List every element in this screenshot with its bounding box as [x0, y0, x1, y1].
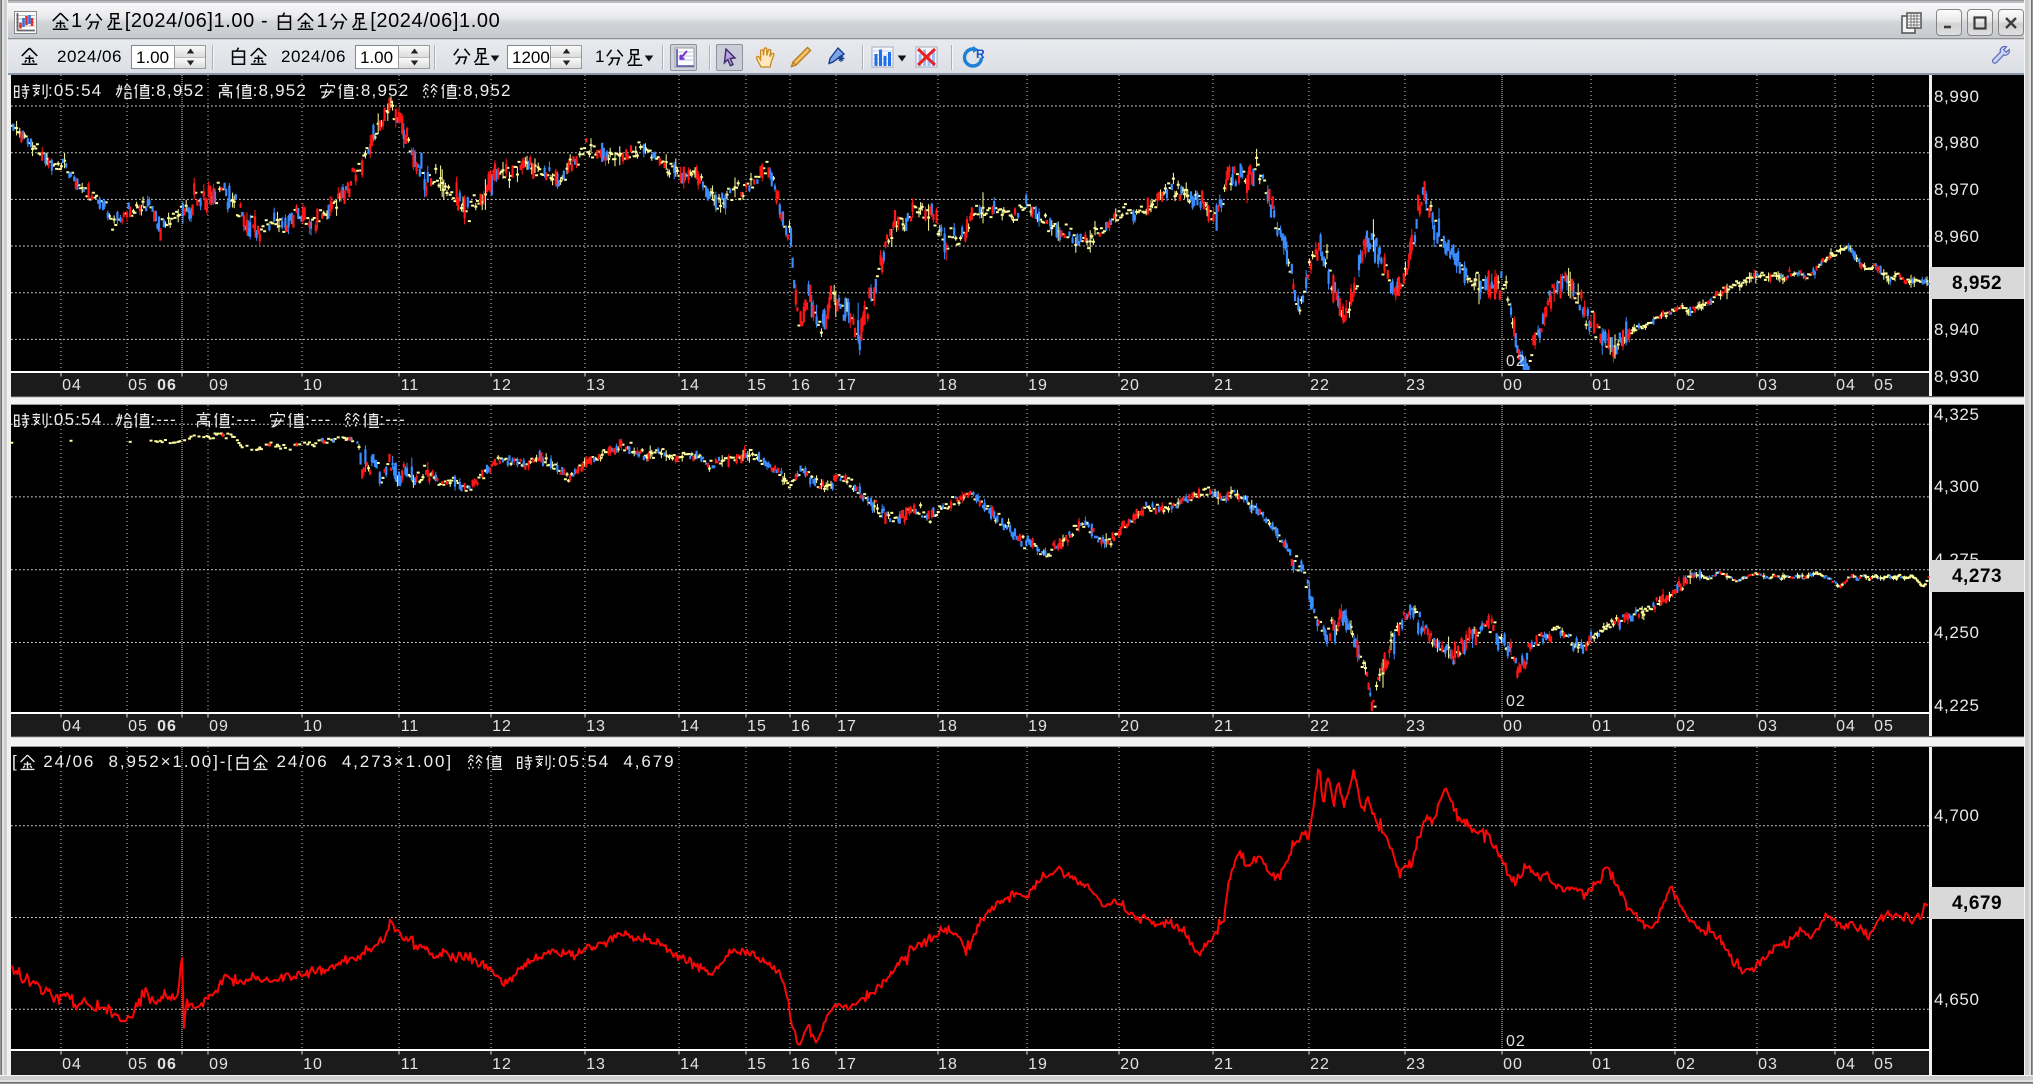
svg-text:04: 04: [1836, 1056, 1856, 1073]
svg-text:23: 23: [1406, 377, 1426, 394]
svg-text:14: 14: [680, 377, 700, 394]
svg-text:8,970: 8,970: [1934, 180, 1980, 199]
svg-text:4,325: 4,325: [1934, 405, 1980, 424]
svg-text:14: 14: [680, 718, 700, 735]
svg-text:09: 09: [209, 718, 229, 735]
svg-text:03: 03: [1758, 1056, 1778, 1073]
svg-text:23: 23: [1406, 718, 1426, 735]
svg-text:10: 10: [303, 1056, 323, 1073]
svg-text:22: 22: [1310, 377, 1330, 394]
svg-text:05: 05: [128, 1056, 148, 1073]
svg-text:02: 02: [1506, 693, 1526, 710]
svg-text:13: 13: [586, 1056, 606, 1073]
svg-text:04: 04: [1836, 718, 1856, 735]
svg-text:22: 22: [1310, 718, 1330, 735]
svg-text:20: 20: [1120, 718, 1140, 735]
svg-text:16: 16: [791, 1056, 811, 1073]
svg-text:02: 02: [1506, 1033, 1526, 1050]
svg-text:02: 02: [1676, 377, 1696, 394]
svg-text:01: 01: [1592, 377, 1612, 394]
svg-text:06: 06: [157, 377, 177, 394]
svg-text:4,250: 4,250: [1934, 623, 1980, 642]
svg-text:11: 11: [401, 377, 420, 394]
svg-text:04: 04: [62, 377, 82, 394]
svg-text:18: 18: [938, 718, 958, 735]
svg-text:21: 21: [1214, 718, 1234, 735]
svg-text:03: 03: [1758, 718, 1778, 735]
svg-text:15: 15: [747, 1056, 767, 1073]
svg-text:06: 06: [157, 718, 177, 735]
svg-text:4,273: 4,273: [1952, 566, 2002, 587]
svg-text:02: 02: [1676, 1056, 1696, 1073]
svg-text:11: 11: [401, 718, 420, 735]
svg-text:05: 05: [1874, 1056, 1894, 1073]
svg-text:00: 00: [1503, 1056, 1523, 1073]
svg-text:10: 10: [303, 718, 323, 735]
svg-text:05: 05: [1874, 718, 1894, 735]
svg-text:4,225: 4,225: [1934, 696, 1980, 715]
svg-text:18: 18: [938, 1056, 958, 1073]
svg-text:05: 05: [128, 377, 148, 394]
svg-text:8,952: 8,952: [1952, 273, 2002, 294]
svg-text:10: 10: [303, 377, 323, 394]
svg-text:8,990: 8,990: [1934, 87, 1980, 106]
svg-text:01: 01: [1592, 1056, 1612, 1073]
svg-text:12: 12: [492, 1056, 512, 1073]
svg-text:19: 19: [1028, 718, 1048, 735]
svg-text:13: 13: [586, 718, 606, 735]
svg-text:06: 06: [157, 1056, 177, 1073]
svg-text:04: 04: [62, 1056, 82, 1073]
svg-text:11: 11: [401, 1056, 420, 1073]
svg-text:12: 12: [492, 377, 512, 394]
svg-text:20: 20: [1120, 377, 1140, 394]
svg-text:4,300: 4,300: [1934, 477, 1980, 496]
svg-text:R: R: [976, 47, 985, 61]
svg-text:02: 02: [1506, 353, 1526, 370]
svg-text:15: 15: [747, 718, 767, 735]
svg-text:8,930: 8,930: [1934, 367, 1980, 386]
svg-text:18: 18: [938, 377, 958, 394]
svg-text:04: 04: [62, 718, 82, 735]
svg-text:14: 14: [680, 1056, 700, 1073]
svg-text:12: 12: [492, 718, 512, 735]
svg-text:13: 13: [586, 377, 606, 394]
svg-text:00: 00: [1503, 377, 1523, 394]
svg-text:23: 23: [1406, 1056, 1426, 1073]
svg-text:00: 00: [1503, 718, 1523, 735]
svg-text:21: 21: [1214, 377, 1234, 394]
svg-text:17: 17: [837, 1056, 857, 1073]
svg-text:20: 20: [1120, 1056, 1140, 1073]
svg-text:19: 19: [1028, 377, 1048, 394]
svg-text:09: 09: [209, 1056, 229, 1073]
svg-text:03: 03: [1758, 377, 1778, 394]
svg-text:05: 05: [128, 718, 148, 735]
svg-text:15: 15: [747, 377, 767, 394]
svg-text:02: 02: [1676, 718, 1696, 735]
svg-text:04: 04: [1836, 377, 1856, 394]
svg-text:16: 16: [791, 377, 811, 394]
svg-text:16: 16: [791, 718, 811, 735]
svg-text:01: 01: [1592, 718, 1612, 735]
svg-text:17: 17: [837, 718, 857, 735]
svg-text:05: 05: [1874, 377, 1894, 394]
svg-text:8,940: 8,940: [1934, 320, 1980, 339]
svg-text:8,980: 8,980: [1934, 133, 1980, 152]
svg-text:4,679: 4,679: [1952, 893, 2002, 914]
svg-text:4,650: 4,650: [1934, 990, 1980, 1009]
svg-text:21: 21: [1214, 1056, 1234, 1073]
svg-text:8,960: 8,960: [1934, 227, 1980, 246]
svg-text:19: 19: [1028, 1056, 1048, 1073]
svg-text:22: 22: [1310, 1056, 1330, 1073]
svg-text:17: 17: [837, 377, 857, 394]
svg-text:09: 09: [209, 377, 229, 394]
svg-text:4,700: 4,700: [1934, 806, 1980, 825]
